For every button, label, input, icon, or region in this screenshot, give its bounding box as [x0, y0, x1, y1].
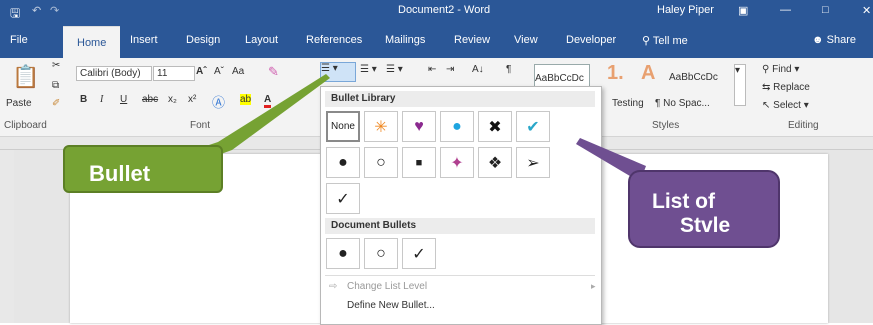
list-of-style-callout: List of Stvle [628, 170, 780, 248]
bullet-callout: Bullet [63, 145, 223, 193]
